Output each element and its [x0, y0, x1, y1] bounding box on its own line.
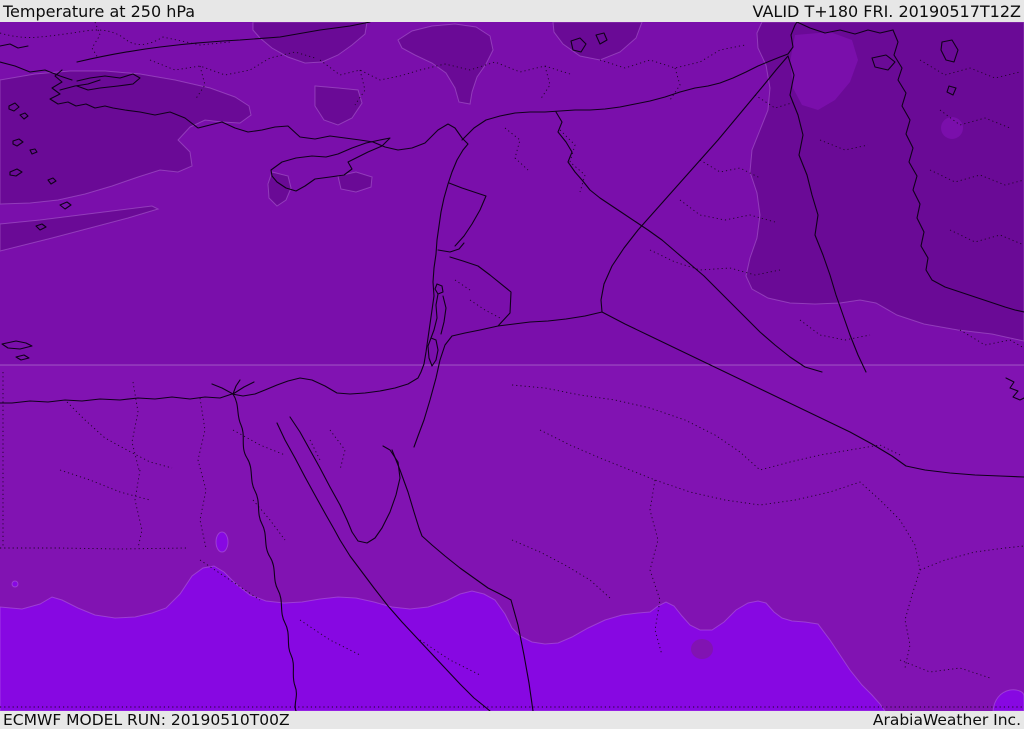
cold-hole-urmia — [941, 117, 963, 139]
map-title: Temperature at 250 hPa — [3, 1, 196, 21]
footer-bar: ECMWF MODEL RUN: 20190510T00Z ArabiaWeat… — [0, 711, 1024, 729]
weather-map — [0, 22, 1024, 711]
temp-band-warm-holes — [691, 639, 713, 659]
warm-dot — [11, 580, 19, 588]
header-bar: Temperature at 250 hPa VALID T+180 FRI. … — [0, 0, 1024, 22]
valid-time-label: VALID T+180 FRI. 20190517T12Z — [752, 1, 1021, 21]
map-canvas — [0, 22, 1024, 711]
weather-map-window: Temperature at 250 hPa VALID T+180 FRI. … — [0, 0, 1024, 729]
warm-hole — [691, 639, 713, 659]
warm-blob-small — [215, 531, 229, 553]
credit-label: ArabiaWeather Inc. — [872, 711, 1021, 729]
model-run-label: ECMWF MODEL RUN: 20190510T00Z — [3, 711, 290, 729]
